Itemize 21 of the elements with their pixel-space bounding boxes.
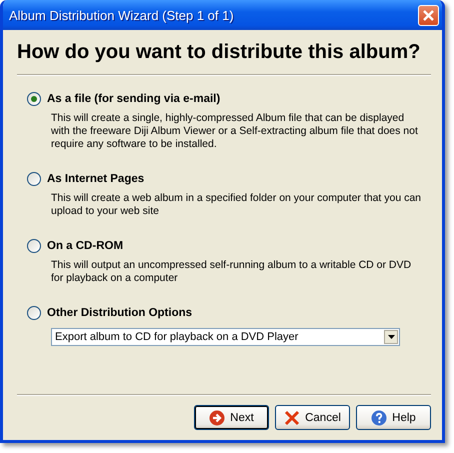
dropdown[interactable]: Export album to CD for playback on a DVD Player xyxy=(51,328,400,346)
option-description: This will output an uncompressed self-running album to a writable CD or DVD for playback on a computer xyxy=(51,259,412,285)
help-button[interactable]: Help xyxy=(356,405,431,430)
page-heading: How do you want to distribute this album? xyxy=(17,40,422,64)
radio-button[interactable] xyxy=(27,172,41,186)
radio-button[interactable] xyxy=(27,239,41,253)
close-icon xyxy=(422,8,435,22)
radio-button[interactable] xyxy=(27,92,41,106)
radio-button[interactable] xyxy=(27,306,41,320)
option-description: This will create a single, highly-compressed Album file that can be displayed with the freeware Diji Album Viewer or a Self-extracting album file that does not require any software to be installed. xyxy=(51,112,419,151)
option-label[interactable]: As Internet Pages xyxy=(47,173,144,185)
cross-icon xyxy=(284,410,300,426)
window-title: Album Distribution Wizard (Step 1 of 1) xyxy=(9,8,234,22)
option-label[interactable]: Other Distribution Options xyxy=(47,307,192,319)
close-button[interactable] xyxy=(418,4,439,26)
option-label[interactable]: As a file (for sending via e-mail) xyxy=(47,93,220,105)
option-label[interactable]: On a CD-ROM xyxy=(47,240,124,252)
help-icon xyxy=(371,410,388,426)
next-button[interactable]: Next xyxy=(194,405,269,430)
cancel-button[interactable]: Cancel xyxy=(275,405,350,430)
option-description: This will create a web album in a specified folder on your computer that you can upload to your web site xyxy=(51,192,422,218)
